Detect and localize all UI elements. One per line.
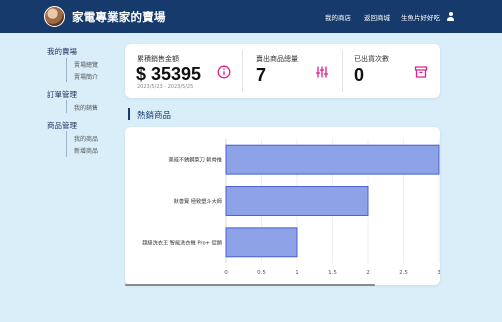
stat-divider	[342, 50, 343, 92]
x-tick-label: 0	[224, 270, 228, 276]
x-tick-label: 1	[295, 270, 299, 276]
info-circle-icon	[217, 65, 231, 79]
archive-box-icon	[414, 66, 428, 78]
stat-label-total-sales: 累積銷售金額	[137, 55, 179, 63]
sidebar-item-my-products[interactable]: 我的商品	[74, 134, 98, 143]
stat-value-shipments: 0	[354, 65, 365, 85]
sidebar-section-my-store[interactable]: 我的賣場	[47, 46, 77, 57]
nav-back-to-mall[interactable]: 返回商城	[364, 12, 390, 22]
sliders-icon	[315, 66, 329, 78]
sidebar-item-my-sales[interactable]: 我的銷售	[74, 103, 98, 112]
y-category-label: 美威不銹鋼菜刀 斬骨推	[168, 156, 222, 164]
sidebar-divider	[66, 58, 67, 82]
x-tick-label: 2	[366, 270, 370, 276]
x-tick-label: 2.5	[399, 270, 408, 276]
stat-value-total-sales: $ 35395	[136, 64, 202, 84]
sidebar-divider	[66, 100, 67, 113]
section-title: 熱銷商品	[137, 111, 172, 121]
horizontal-scrollbar[interactable]	[125, 284, 375, 286]
bar-chart: 0 0.5 1 1.5 2 2.5 3 美威不銹鋼菜刀 斬骨推默善寶 極致塑斗大師超級洗衣王 …	[142, 139, 440, 276]
avatar[interactable]	[44, 6, 65, 27]
sidebar-item-add-product[interactable]: 新增商品	[74, 146, 98, 155]
x-tick-label: 1.5	[328, 270, 337, 276]
stats-card: 累積銷售金額 $ 35395 2023/5/23 - 2023/5/25 賣出商…	[125, 44, 440, 98]
y-category-label: 超級洗衣王 智能洗衣機 Pro+ 促銷	[142, 238, 222, 246]
nav-my-store[interactable]: 我的商店	[325, 12, 351, 22]
stat-date-range: 2023/5/23 - 2023/5/25	[137, 84, 194, 90]
top-products-chart: 0 0.5 1 1.5 2 2.5 3 美威不銹鋼菜刀 斬骨推 默善寶 極致塑斗大師超級洗衣王 …	[125, 127, 440, 285]
user-icon[interactable]	[446, 12, 455, 21]
stat-label-items-sold: 賣出商品總量	[256, 55, 298, 63]
y-category-label: 默善寶 極致塑斗大師	[174, 197, 222, 205]
section-title-marker	[128, 108, 130, 120]
sidebar-section-products[interactable]: 商品管理	[47, 120, 77, 131]
stat-label-shipments: 已出貨次數	[354, 55, 389, 63]
bar	[225, 227, 298, 258]
bar	[225, 186, 369, 216]
stat-divider	[242, 50, 243, 92]
stat-value-items-sold: 7	[256, 65, 267, 85]
bar	[225, 144, 440, 175]
sidebar-item-store-intro[interactable]: 賣場簡介	[74, 72, 98, 81]
sidebar-section-orders[interactable]: 訂單管理	[47, 89, 77, 100]
x-tick-label: 0.5	[257, 270, 266, 276]
x-tick-label: 3	[437, 270, 440, 276]
store-title: 家電專業家的賣場	[72, 10, 166, 24]
sidebar-item-store-overview[interactable]: 賣場總覽	[74, 60, 98, 69]
nav-username[interactable]: 生魚片好好吃	[401, 12, 440, 22]
sidebar-divider	[66, 131, 67, 157]
